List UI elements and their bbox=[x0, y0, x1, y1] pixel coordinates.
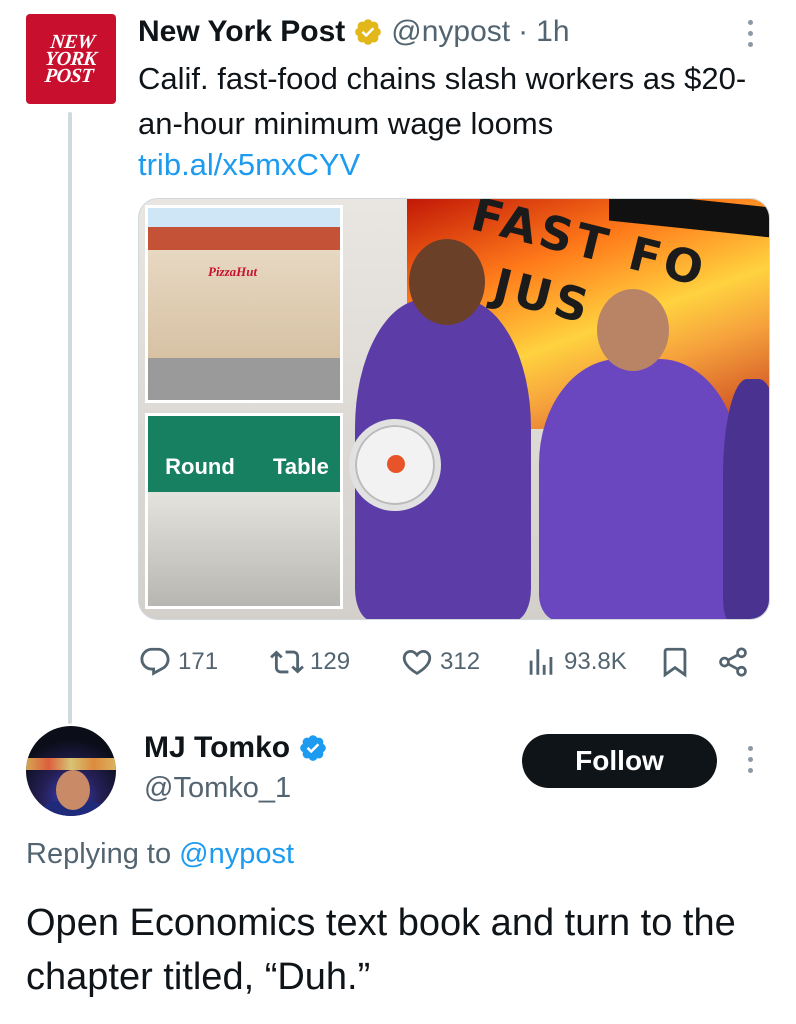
reply-display-name[interactable]: MJ Tomko bbox=[144, 731, 290, 765]
views-icon bbox=[529, 649, 553, 675]
round-table-photo: Round Table bbox=[145, 413, 343, 609]
views-count: 93.8K bbox=[564, 648, 627, 675]
like-icon bbox=[402, 649, 432, 675]
retweet-icon bbox=[270, 650, 304, 674]
nypost-logo: NEW YORK POST bbox=[44, 30, 98, 87]
avatar-face bbox=[56, 770, 90, 810]
reply-icon bbox=[140, 647, 170, 676]
protester-middle bbox=[539, 359, 739, 619]
views-button[interactable]: 93.8K bbox=[524, 640, 627, 684]
replying-to-mention[interactable]: @nypost bbox=[179, 838, 294, 870]
verified-gold-icon bbox=[355, 19, 382, 45]
tweet-action-bar: 171 129 312 93.8K bbox=[138, 640, 758, 684]
round-table-sign: Round Table bbox=[165, 454, 329, 479]
like-button[interactable]: 312 bbox=[400, 640, 480, 684]
protester-left-head bbox=[409, 239, 485, 325]
reply-header: MJ Tomko bbox=[144, 728, 328, 768]
bookmark-icon bbox=[663, 647, 687, 678]
reply-tweet-text: Open Economics text book and turn to the… bbox=[26, 902, 736, 998]
bookmark-button[interactable] bbox=[658, 640, 692, 684]
protester-middle-head bbox=[597, 289, 669, 371]
share-button[interactable] bbox=[716, 640, 750, 684]
verified-blue-icon bbox=[300, 735, 326, 761]
more-icon[interactable] bbox=[745, 746, 755, 773]
reply-handle[interactable]: @Tomko_1 bbox=[144, 772, 291, 805]
thread-connector-line bbox=[68, 112, 72, 724]
share-icon bbox=[719, 647, 747, 677]
parent-tweet-link[interactable]: trib.al/x5mxCYV bbox=[138, 142, 360, 187]
pizza-hut-photo: PizzaHut bbox=[145, 205, 343, 403]
retweet-button[interactable]: 129 bbox=[270, 640, 350, 684]
nypost-avatar[interactable]: NEW YORK POST bbox=[26, 14, 116, 104]
replying-to-prefix: Replying to bbox=[26, 838, 172, 870]
separator: · bbox=[518, 15, 529, 48]
follow-button[interactable]: Follow bbox=[522, 734, 717, 788]
parent-display-name[interactable]: New York Post bbox=[138, 15, 345, 49]
protester-right bbox=[723, 379, 769, 619]
parent-tweet-text: Calif. fast-food chains slash workers as… bbox=[138, 61, 747, 141]
pizza-hut-sign: PizzaHut bbox=[208, 264, 258, 279]
retweet-count: 129 bbox=[310, 648, 351, 675]
parent-timestamp[interactable]: 1h bbox=[536, 15, 569, 49]
avatar-city-lights bbox=[26, 758, 116, 770]
reply-count: 171 bbox=[178, 648, 219, 675]
parent-handle[interactable]: @nypost bbox=[391, 15, 510, 49]
reply-button[interactable]: 171 bbox=[138, 640, 218, 684]
like-count: 312 bbox=[440, 648, 481, 675]
reply-avatar[interactable] bbox=[26, 726, 116, 816]
replying-to-line: Replying to @nypost bbox=[26, 838, 294, 871]
megaphone bbox=[349, 419, 441, 511]
tweet-media-image[interactable]: FAST FO JUS PizzaHut Round Table bbox=[138, 198, 770, 620]
more-icon[interactable] bbox=[745, 20, 755, 47]
parent-tweet-header: New York Post @nypost · 1h bbox=[138, 12, 570, 52]
